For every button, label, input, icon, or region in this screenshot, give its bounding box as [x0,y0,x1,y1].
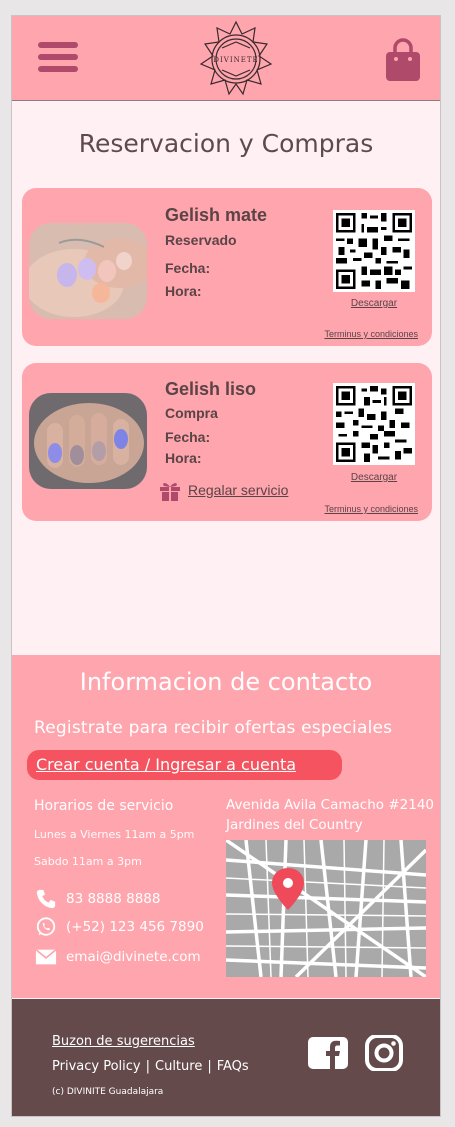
gift-label: Regalar servicio [188,482,289,498]
footer: Buzon de sugerencias Privacy Policy | Cult… [12,999,440,1116]
service-status: Reservado [165,232,237,248]
create-account-button[interactable]: Crear cuenta / Ingresar a cuenta [27,750,342,780]
hora-label: Hora: [165,283,202,299]
download-link[interactable]: Descargar [333,472,415,483]
terms-link[interactable]: Terminus y condiciones [324,504,418,514]
header: DIVINETE [12,16,440,101]
nail-photo-gelish-mate [29,223,147,319]
fecha-label: Fecha: [165,429,211,445]
suggestions-link[interactable]: Buzon de sugerencias [52,1034,195,1049]
copyright: (c) DIVINITE Guadalajara [52,1087,164,1097]
footer-links: Privacy Policy | Culture | FAQs [52,1059,249,1074]
phone-number: 83 8888 8888 [66,891,161,907]
contact-title: Informacion de contacto [79,668,373,696]
service-name: Gelish liso [165,379,257,399]
phone-row[interactable]: 83 8888 8888 [34,888,160,910]
address-line-1: Avenida Avila Camacho #2140 [226,797,434,813]
service-status: Compra [165,405,218,421]
whatsapp-row[interactable]: (+52) 123 456 7890 [34,916,204,938]
instagram-icon[interactable] [364,1035,404,1071]
shopping-bag-icon[interactable] [384,38,422,82]
location-map[interactable] [226,840,426,977]
footer-separator: | [145,1059,150,1074]
hours-title: Horarios de servicio [34,798,174,814]
promo-text: Registrate para recibir ofertas especial… [34,718,393,738]
reservation-card: Gelish mate Reservado Fecha: Hora: Desca… [22,188,432,346]
divinete-logo[interactable]: DIVINETE [197,20,275,98]
gift-icon [160,483,180,501]
phone-icon [36,889,56,909]
hours-weekday: Lunes a Viernes 11am a 5pm [34,828,195,841]
privacy-policy-link[interactable]: Privacy Policy [52,1059,141,1074]
email-row[interactable]: emai@divinete.com [34,946,201,968]
address-line-2: Jardines del Country [226,817,363,833]
email-address: emai@divinete.com [66,949,201,965]
purchase-card: Gelish liso Compra Fecha: Hora: Descarga… [22,363,432,521]
whatsapp-number: (+52) 123 456 7890 [66,919,204,935]
terms-link[interactable]: Terminus y condiciones [324,329,418,339]
qr-code [333,383,415,465]
download-link[interactable]: Descargar [333,298,415,309]
culture-link[interactable]: Culture [155,1059,202,1074]
gift-service-link[interactable]: Regalar servicio [158,478,288,502]
hora-label: Hora: [165,450,202,466]
mail-icon [35,949,57,965]
hamburger-menu-icon[interactable] [38,42,78,74]
hours-saturday: Sabdo 11am a 3pm [34,855,142,868]
contact-section: Informacion de contacto Registrate para … [12,655,440,998]
footer-separator: | [207,1059,212,1074]
svg-text:DIVINETE: DIVINETE [213,56,258,64]
whatsapp-icon [36,917,56,936]
fecha-label: Fecha: [165,260,211,276]
nail-photo-gelish-liso [29,393,147,489]
qr-code [333,210,415,292]
service-name: Gelish mate [165,205,268,225]
facebook-icon[interactable] [307,1037,349,1069]
address: Avenida Avila Camacho #2140 Jardines del… [226,795,436,835]
faqs-link[interactable]: FAQs [217,1059,249,1074]
page-title: Reservacion y Compras [78,129,374,158]
app-frame: DIVINETE Reservacion y Compras Gelish ma… [11,15,441,1117]
